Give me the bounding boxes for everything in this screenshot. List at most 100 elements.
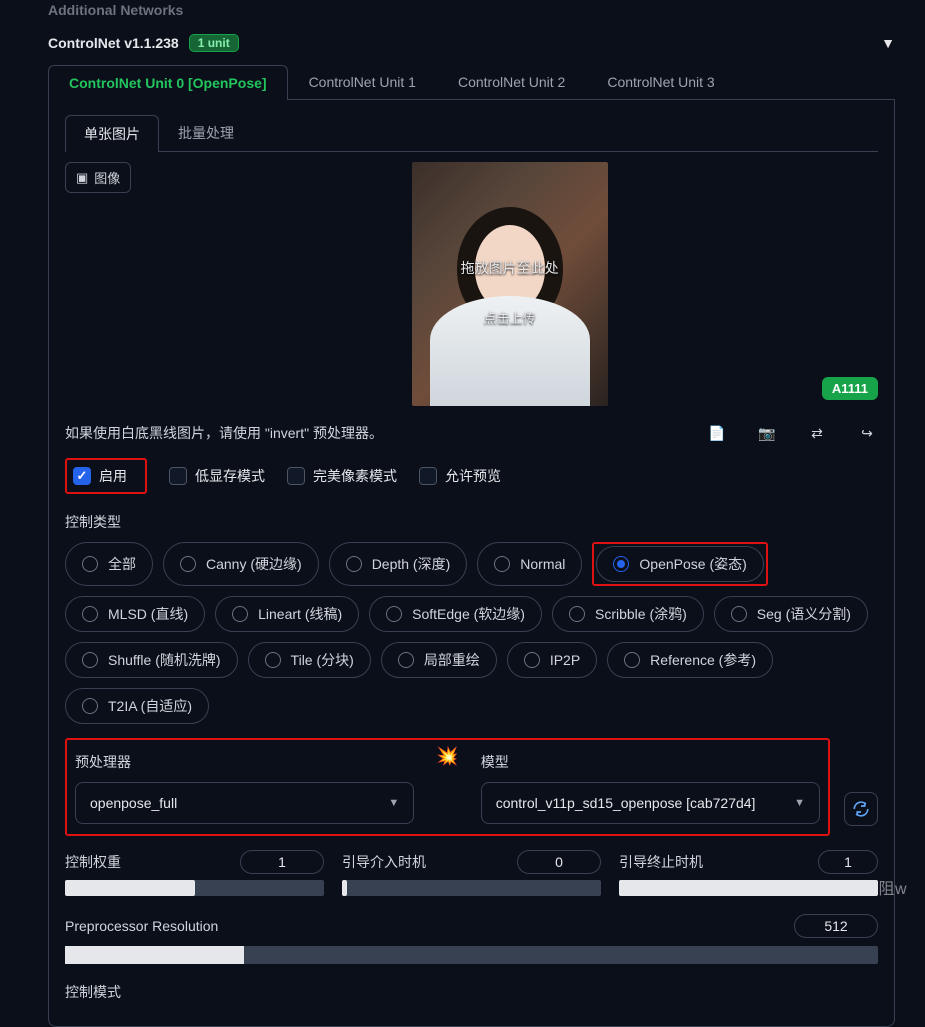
- radio-icon: [624, 652, 640, 668]
- guidance-start-value[interactable]: 0: [517, 850, 601, 874]
- guidance-end-slider[interactable]: [619, 880, 878, 896]
- preprocessor-label: 预处理器: [75, 752, 414, 772]
- control-type-option-label: T2IA (自适应): [108, 696, 192, 716]
- radio-icon: [398, 652, 414, 668]
- preprocessor-resolution-slider[interactable]: [65, 946, 878, 964]
- tab-unit-2[interactable]: ControlNet Unit 2: [437, 64, 586, 99]
- invert-hint-text: 如果使用白底黑线图片，请使用 "invert" 预处理器。: [65, 423, 383, 443]
- control-type-option[interactable]: OpenPose (姿态): [596, 546, 763, 582]
- radio-icon: [232, 606, 248, 622]
- control-type-option-label: 局部重绘: [424, 650, 480, 670]
- tab-single-image[interactable]: 单张图片: [65, 115, 159, 152]
- control-type-option[interactable]: Lineart (线稿): [215, 596, 359, 632]
- click-upload-text: 点击上传: [484, 308, 536, 327]
- radio-icon: [265, 652, 281, 668]
- image-preview[interactable]: 拖放图片至此处 点击上传: [412, 162, 608, 406]
- new-canvas-button[interactable]: 📄: [706, 422, 728, 444]
- control-type-option-label: Shuffle (随机洗牌): [108, 650, 221, 670]
- control-type-label: 控制类型: [65, 512, 878, 532]
- tab-unit-0[interactable]: ControlNet Unit 0 [OpenPose]: [48, 65, 288, 100]
- lowvram-checkbox[interactable]: 低显存模式: [169, 466, 265, 486]
- control-type-option-label: SoftEdge (软边缘): [412, 604, 525, 624]
- controlnet-panel: 单张图片 批量处理 ▣ 图像 拖放图片至此处 点击上传 A1111 如果使用白底…: [48, 100, 895, 1027]
- unit-count-badge: 1 unit: [189, 34, 239, 52]
- run-preprocessor-button[interactable]: 💥: [432, 746, 462, 824]
- control-type-option[interactable]: Canny (硬边缘): [163, 542, 319, 586]
- control-type-option-label: IP2P: [550, 652, 580, 668]
- enable-highlight: 启用: [65, 458, 147, 494]
- control-type-option[interactable]: T2IA (自适应): [65, 688, 209, 724]
- a1111-badge: A1111: [822, 377, 878, 400]
- enable-checkbox[interactable]: 启用: [73, 466, 127, 486]
- caret-down-icon: ▼: [388, 797, 399, 809]
- control-type-option[interactable]: 全部: [65, 542, 153, 586]
- radio-icon: [386, 606, 402, 622]
- image-icon: ▣: [76, 170, 88, 186]
- control-type-option-label: MLSD (直线): [108, 604, 188, 624]
- control-type-option-label: Canny (硬边缘): [206, 554, 302, 574]
- tab-unit-1[interactable]: ControlNet Unit 1: [288, 64, 437, 99]
- control-type-option[interactable]: IP2P: [507, 642, 597, 678]
- image-mode-tabs: 单张图片 批量处理: [65, 114, 878, 152]
- image-field-label: ▣ 图像: [65, 162, 131, 193]
- guidance-end-label: 引导终止时机: [619, 852, 703, 872]
- control-type-option[interactable]: Shuffle (随机洗牌): [65, 642, 238, 678]
- control-type-option-label: OpenPose (姿态): [639, 554, 746, 574]
- control-weight-slider[interactable]: [65, 880, 324, 896]
- radio-icon: [82, 606, 98, 622]
- control-type-option[interactable]: Reference (参考): [607, 642, 773, 678]
- tab-unit-3[interactable]: ControlNet Unit 3: [586, 64, 735, 99]
- control-type-option-label: 全部: [108, 554, 136, 574]
- control-type-option[interactable]: Tile (分块): [248, 642, 371, 678]
- radio-icon: [180, 556, 196, 572]
- radio-icon: [569, 606, 585, 622]
- model-select[interactable]: control_v11p_sd15_openpose [cab727d4] ▼: [481, 782, 820, 824]
- swap-icon[interactable]: ⇄: [806, 422, 828, 444]
- radio-icon: [82, 698, 98, 714]
- control-weight-value[interactable]: 1: [240, 850, 324, 874]
- control-type-option[interactable]: SoftEdge (软边缘): [369, 596, 542, 632]
- control-type-option[interactable]: Depth (深度): [329, 542, 468, 586]
- radio-icon: [346, 556, 362, 572]
- radio-icon: [524, 652, 540, 668]
- control-type-radio-group: 全部 Canny (硬边缘) Depth (深度) Normal OpenPose (姿…: [65, 542, 878, 724]
- radio-icon: [82, 652, 98, 668]
- webcam-button[interactable]: 📷: [756, 422, 778, 444]
- controlnet-accordion-header[interactable]: ControlNet v1.1.238 1 unit ▼: [48, 26, 895, 64]
- preprocessor-resolution-value[interactable]: 512: [794, 914, 878, 938]
- control-type-option-label: Normal: [520, 556, 565, 572]
- radio-icon: [82, 556, 98, 572]
- preprocessor-resolution-label: Preprocessor Resolution: [65, 918, 218, 934]
- pixel-perfect-checkbox[interactable]: 完美像素模式: [287, 466, 397, 486]
- radio-icon: [731, 606, 747, 622]
- control-type-option[interactable]: MLSD (直线): [65, 596, 205, 632]
- checkbox-icon: [287, 467, 305, 485]
- control-type-option-label: Scribble (涂鸦): [595, 604, 687, 624]
- guidance-start-slider[interactable]: [342, 880, 601, 896]
- control-type-option-label: Lineart (线稿): [258, 604, 342, 624]
- model-label: 模型: [481, 752, 820, 772]
- additional-networks-header[interactable]: Additional Networks: [48, 0, 895, 26]
- control-mode-label: 控制模式: [65, 982, 878, 1002]
- control-type-option[interactable]: Scribble (涂鸦): [552, 596, 704, 632]
- control-type-option[interactable]: 局部重绘: [381, 642, 497, 678]
- allow-preview-checkbox[interactable]: 允许预览: [419, 466, 501, 486]
- image-dropzone[interactable]: 拖放图片至此处 点击上传: [141, 162, 878, 406]
- control-type-option-label: Depth (深度): [372, 554, 451, 574]
- chevron-down-icon: ▼: [881, 35, 895, 51]
- control-type-option-label: Seg (语义分割): [757, 604, 851, 624]
- guidance-start-label: 引导介入时机: [342, 852, 426, 872]
- guidance-end-value[interactable]: 1: [818, 850, 878, 874]
- checkbox-icon: [419, 467, 437, 485]
- openpose-highlight: OpenPose (姿态): [592, 542, 767, 586]
- control-type-option[interactable]: Seg (语义分割): [714, 596, 868, 632]
- control-type-option[interactable]: Normal: [477, 542, 582, 586]
- radio-icon: [613, 556, 629, 572]
- controlnet-unit-tabs: ControlNet Unit 0 [OpenPose] ControlNet …: [48, 64, 895, 100]
- checkbox-checked-icon: [73, 467, 91, 485]
- tab-batch[interactable]: 批量处理: [159, 114, 253, 151]
- refresh-models-button[interactable]: [844, 792, 878, 826]
- preprocessor-select[interactable]: openpose_full ▼: [75, 782, 414, 824]
- checkbox-icon: [169, 467, 187, 485]
- send-icon[interactable]: ↪: [856, 422, 878, 444]
